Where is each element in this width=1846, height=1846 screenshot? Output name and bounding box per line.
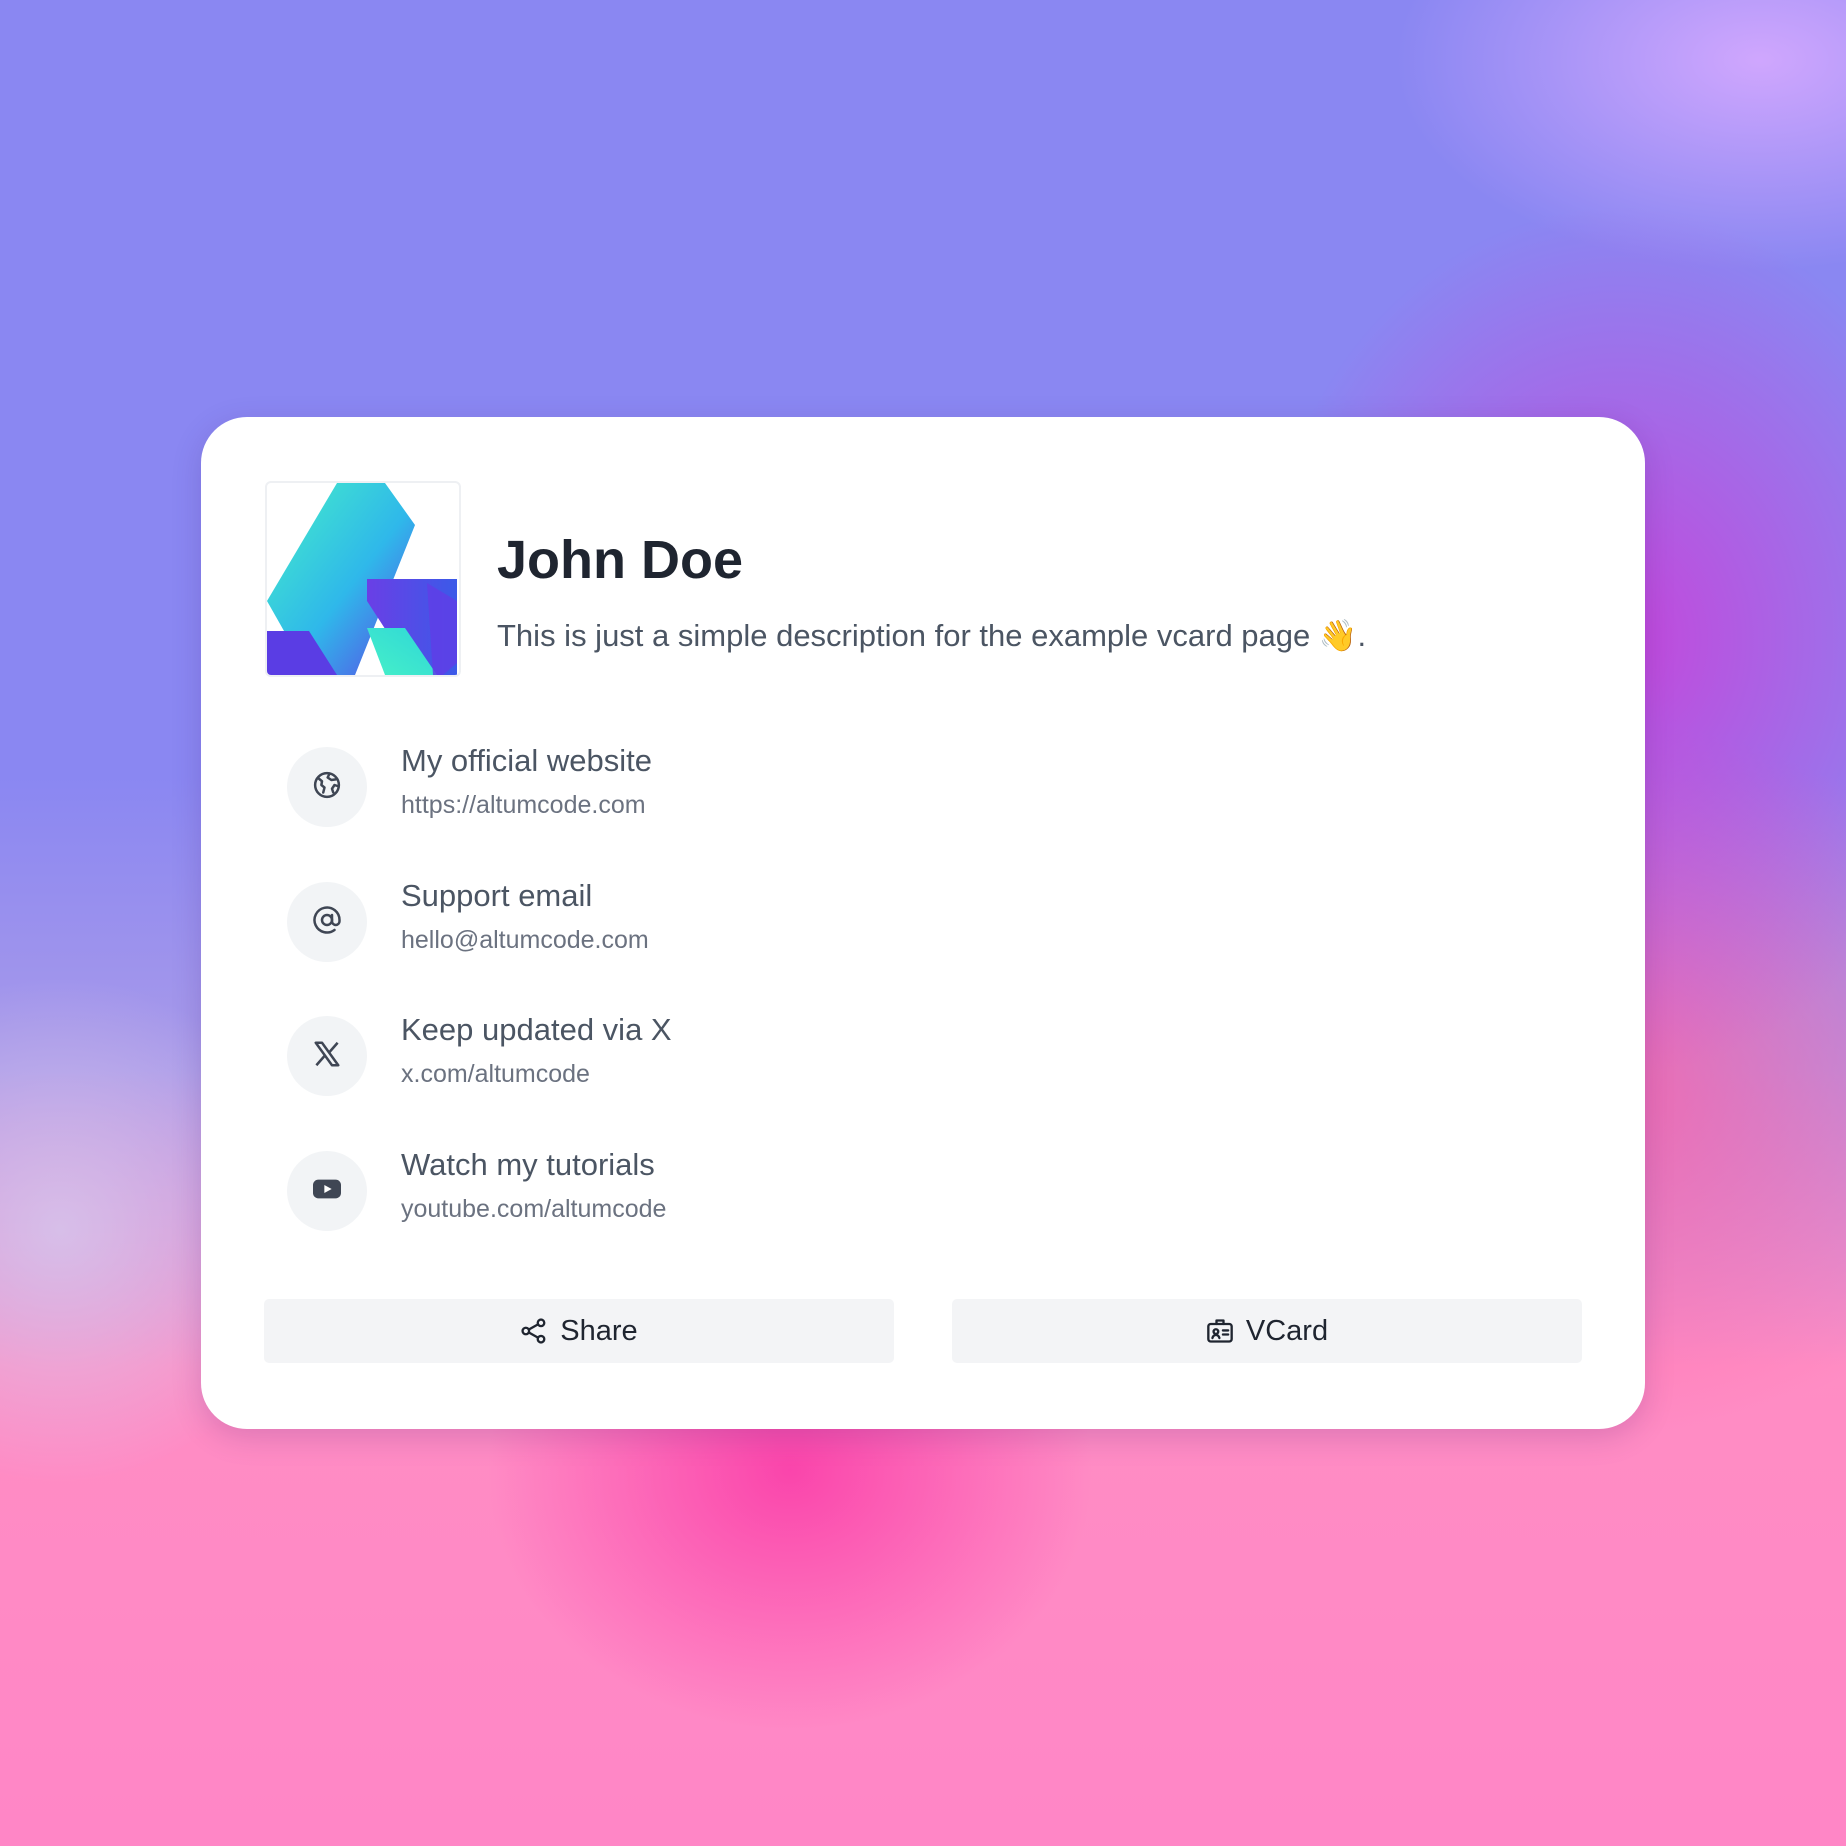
globe-icon	[312, 770, 342, 805]
link-email[interactable]: Support email hello@altumcode.com	[287, 878, 1187, 962]
vcard-card: John Doe This is just a simple descripti…	[201, 417, 1645, 1429]
link-url: youtube.com/altumcode	[401, 1195, 667, 1223]
profile-description: This is just a simple description for th…	[497, 618, 1367, 653]
link-title: Keep updated via X	[401, 1012, 672, 1047]
link-url: x.com/altumcode	[401, 1060, 590, 1088]
link-icon-wrapper	[287, 1016, 367, 1096]
youtube-icon	[311, 1173, 343, 1210]
profile-logo	[265, 481, 461, 677]
link-website[interactable]: My official website https://altumcode.co…	[287, 743, 1187, 827]
link-x[interactable]: Keep updated via X x.com/altumcode	[287, 1012, 1187, 1096]
profile-name: John Doe	[497, 530, 744, 590]
link-youtube[interactable]: Watch my tutorials youtube.com/altumcode	[287, 1147, 1187, 1231]
vcard-button[interactable]: VCard	[952, 1299, 1582, 1363]
share-button[interactable]: Share	[264, 1299, 894, 1363]
share-icon	[520, 1317, 548, 1345]
link-icon-wrapper	[287, 1151, 367, 1231]
link-title: Support email	[401, 878, 593, 913]
vcard-button-label: VCard	[1245, 1314, 1329, 1347]
share-button-label: Share	[560, 1314, 638, 1347]
at-sign-icon	[312, 905, 342, 940]
link-url: https://altumcode.com	[401, 791, 646, 819]
link-icon-wrapper	[287, 747, 367, 827]
x-logo-icon	[312, 1039, 342, 1074]
link-title: My official website	[401, 743, 652, 778]
link-icon-wrapper	[287, 882, 367, 962]
link-url: hello@altumcode.com	[401, 926, 649, 954]
contact-card-icon	[1206, 1317, 1234, 1345]
link-title: Watch my tutorials	[401, 1147, 655, 1182]
